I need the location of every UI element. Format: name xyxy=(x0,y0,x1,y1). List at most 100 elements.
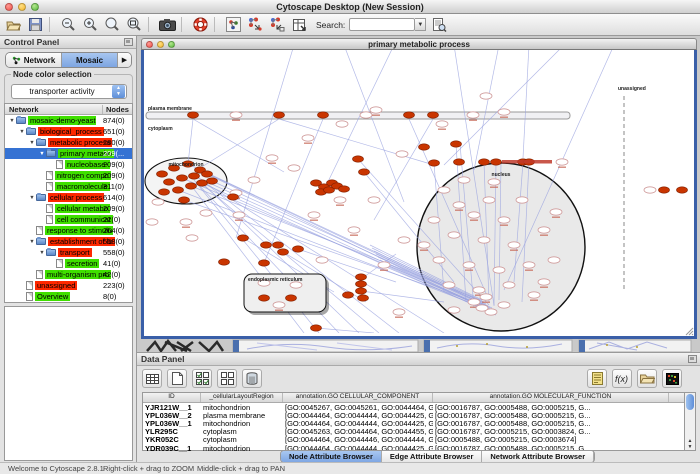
network-node-selected[interactable] xyxy=(358,295,369,301)
table-vertical-scrollbar[interactable]: ▲▼ xyxy=(684,392,696,451)
network-node[interactable] xyxy=(396,151,408,157)
network-node[interactable] xyxy=(273,302,285,308)
network-edge[interactable] xyxy=(344,50,404,202)
column-header[interactable]: annotation.GO CELLULAR_COMPONENT xyxy=(283,393,433,402)
network-node[interactable] xyxy=(523,262,535,268)
network-node[interactable] xyxy=(548,257,560,263)
network-node-selected[interactable] xyxy=(173,187,184,193)
advanced-search-icon[interactable] xyxy=(430,16,448,33)
network-edge[interactable] xyxy=(523,50,529,158)
network-canvas[interactable]: plasma membranecytoplasmmitochondrionnuc… xyxy=(144,50,694,333)
network-node[interactable] xyxy=(428,217,440,223)
tab-network[interactable]: Network xyxy=(6,53,62,67)
network-node-selected[interactable] xyxy=(419,144,430,150)
network-node-selected[interactable] xyxy=(359,169,370,175)
network-node[interactable] xyxy=(316,257,328,263)
network-node[interactable] xyxy=(368,197,380,203)
network-node[interactable] xyxy=(644,187,656,193)
tree-item-cell-communicat[interactable]: cell communicat22(0) xyxy=(5,214,132,225)
network-node[interactable] xyxy=(146,219,158,225)
import-network-icon[interactable] xyxy=(246,16,264,33)
float-panel-icon[interactable] xyxy=(124,38,133,46)
network-node-selected[interactable] xyxy=(404,112,415,118)
search-input[interactable] xyxy=(349,18,415,31)
network-node[interactable] xyxy=(433,257,445,263)
delete-attribute-icon[interactable] xyxy=(242,369,262,388)
network-node-selected[interactable] xyxy=(219,259,230,265)
tree-item-primary-metabo[interactable]: ▼primary metabo209(... xyxy=(5,148,132,159)
zoom-fit-icon[interactable] xyxy=(125,16,143,33)
tab-mosaic[interactable]: Mosaic xyxy=(62,53,118,67)
network-node[interactable] xyxy=(453,202,465,208)
network-node-selected[interactable] xyxy=(189,173,200,179)
network-node[interactable] xyxy=(180,219,192,225)
network-node-selected[interactable] xyxy=(677,187,688,193)
network-node-selected[interactable] xyxy=(659,187,670,193)
network-node[interactable] xyxy=(334,197,346,203)
network-node-selected[interactable] xyxy=(238,235,249,241)
network-edge[interactable] xyxy=(374,119,433,220)
network-node-selected[interactable] xyxy=(207,178,218,184)
network-node-selected[interactable] xyxy=(479,159,490,165)
tree-item-unassigned[interactable]: unassigned223(0) xyxy=(5,280,132,291)
attribute-report-icon[interactable] xyxy=(587,369,607,388)
network-node-selected[interactable] xyxy=(356,274,367,280)
network-node-selected[interactable] xyxy=(274,112,285,118)
more-tabs-button[interactable]: ▶ xyxy=(118,53,131,67)
network-node-selected[interactable] xyxy=(343,292,354,298)
network-node-selected[interactable] xyxy=(339,186,350,192)
network-node[interactable] xyxy=(230,112,242,118)
network-node[interactable] xyxy=(503,282,515,288)
network-node-selected[interactable] xyxy=(188,112,199,118)
network-node[interactable] xyxy=(248,177,260,183)
tree-item-biological-process[interactable]: ▼biological_process651(0) xyxy=(5,126,132,137)
matrix-view-icon[interactable] xyxy=(662,369,682,388)
tab-network-attribute-browser[interactable]: Network Attribute Browser xyxy=(482,451,594,462)
network-node-selected[interactable] xyxy=(228,194,239,200)
network-node[interactable] xyxy=(308,212,320,218)
network-node-selected[interactable] xyxy=(278,249,289,255)
column-header[interactable]: _cellularLayoutRegion xyxy=(201,393,283,402)
tab-edge-attribute-browser[interactable]: Edge Attribute Browser xyxy=(382,451,482,462)
network-node[interactable] xyxy=(550,209,562,215)
network-node[interactable] xyxy=(538,279,550,285)
disclosure-triangle[interactable]: ▼ xyxy=(8,118,16,124)
tree-item-nucleobase-[interactable]: nucleobase-209(0) xyxy=(5,159,132,170)
network-node[interactable] xyxy=(480,93,492,99)
network-node[interactable] xyxy=(473,287,485,293)
export-network-icon[interactable] xyxy=(268,16,286,33)
network-node[interactable] xyxy=(458,177,470,183)
column-header[interactable]: ID xyxy=(143,393,201,402)
scroll-thumb[interactable] xyxy=(686,394,694,410)
tree-item-response-to-stimulu[interactable]: response to stimulu264(0) xyxy=(5,225,132,236)
resize-grip-icon[interactable] xyxy=(684,326,694,336)
network-node[interactable] xyxy=(528,292,540,298)
network-node[interactable] xyxy=(516,197,528,203)
network-node-selected[interactable] xyxy=(318,112,329,118)
network-node[interactable] xyxy=(436,121,448,127)
disclosure-triangle[interactable]: ▼ xyxy=(28,239,36,245)
network-edge[interactable] xyxy=(444,50,564,165)
network-node-selected[interactable] xyxy=(179,197,190,203)
network-node[interactable] xyxy=(336,121,348,127)
network-node-selected[interactable] xyxy=(186,183,197,189)
network-node[interactable] xyxy=(152,199,164,205)
network-overview-icon[interactable] xyxy=(224,16,242,33)
network-node-selected[interactable] xyxy=(311,325,322,331)
network-edge[interactable] xyxy=(474,50,499,170)
network-window-titlebar[interactable]: primary metabolic process xyxy=(141,38,697,50)
network-node-selected[interactable] xyxy=(454,159,465,165)
disclosure-triangle[interactable]: ▼ xyxy=(38,151,46,157)
network-node[interactable] xyxy=(443,282,455,288)
network-node[interactable] xyxy=(448,232,460,238)
network-node[interactable] xyxy=(468,212,480,218)
network-node-selected[interactable] xyxy=(491,159,502,165)
network-node[interactable] xyxy=(480,294,492,300)
network-node[interactable] xyxy=(302,135,314,141)
column-header[interactable]: annotation.GO MOLECULAR_FUNCTION xyxy=(433,393,669,402)
network-node[interactable] xyxy=(378,262,390,268)
network-node[interactable] xyxy=(498,302,510,308)
network-node[interactable] xyxy=(468,299,480,305)
network-node[interactable] xyxy=(348,227,360,233)
network-node-selected[interactable] xyxy=(177,175,188,181)
